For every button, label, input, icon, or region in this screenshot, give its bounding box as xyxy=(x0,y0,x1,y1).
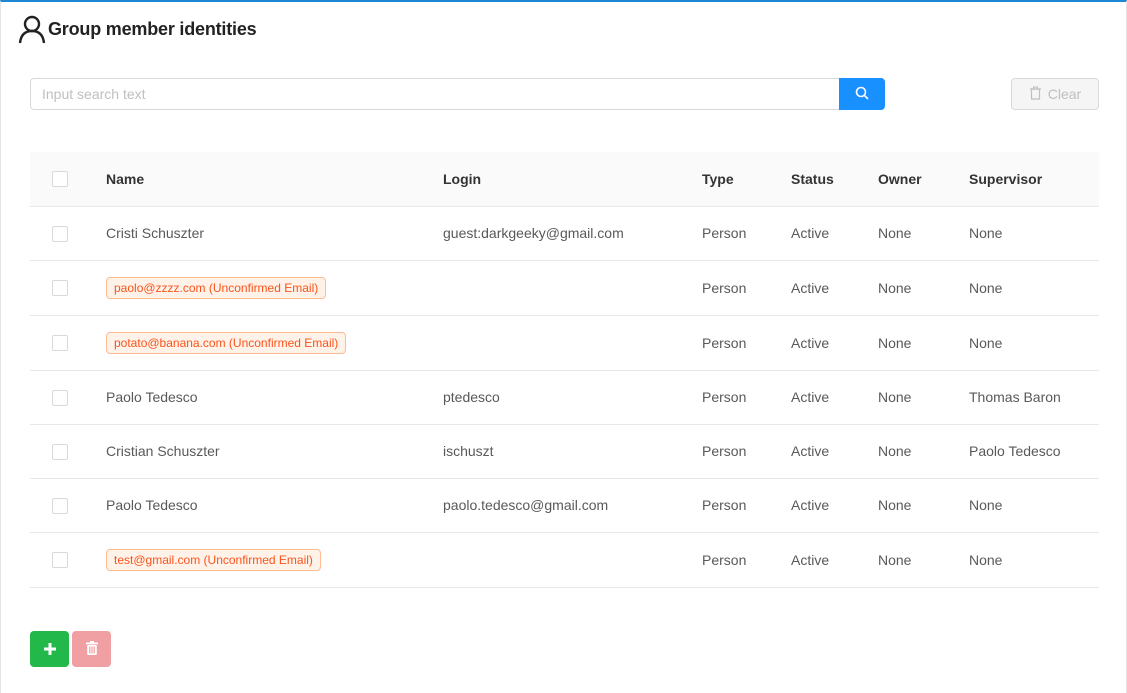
member-type: Person xyxy=(702,443,747,459)
member-name: Paolo Tedesco xyxy=(106,389,198,405)
members-table: Name Login Type Status Owner Supervisor … xyxy=(30,152,1099,588)
table-actions xyxy=(30,631,111,667)
table-row[interactable]: Cristian Schuszter ischuszt Person Active No… xyxy=(30,424,1099,479)
member-status: Active xyxy=(791,551,830,568)
user-icon xyxy=(17,14,47,44)
table-row[interactable]: paolo@zzzz.com (Unconfirmed Email) Person… xyxy=(30,260,1099,316)
column-header-status[interactable]: Status xyxy=(791,152,878,207)
member-owner: None xyxy=(878,279,912,296)
table-row[interactable]: Paolo Tedesco ptedesco Person Active None Tho… xyxy=(30,370,1099,425)
member-login: paolo.tedesco@gmail.com xyxy=(443,497,609,513)
member-name: Cristi Schuszter xyxy=(106,225,205,241)
unconfirmed-email-tag: potato@banana.com (Unconfirmed Email) xyxy=(106,331,347,354)
row-checkbox[interactable] xyxy=(52,443,68,460)
page-title: Group member identities xyxy=(48,18,257,39)
member-login: guest:darkgeeky@gmail.com xyxy=(443,225,624,241)
member-name: Paolo Tedesco xyxy=(106,497,198,513)
member-status: Active xyxy=(791,443,830,459)
plus-icon xyxy=(43,640,56,659)
row-checkbox[interactable] xyxy=(52,389,68,406)
member-owner: None xyxy=(878,551,912,568)
table-row[interactable]: test@gmail.com (Unconfirmed Email) Person… xyxy=(30,532,1099,588)
member-login: ischuszt xyxy=(443,443,494,459)
column-header-type[interactable]: Type xyxy=(702,152,791,207)
clear-label: Clear xyxy=(1047,86,1082,102)
unconfirmed-email-tag: test@gmail.com (Unconfirmed Email) xyxy=(106,548,321,571)
member-type: Person xyxy=(702,334,747,351)
member-status: Active xyxy=(791,225,830,241)
member-owner: None xyxy=(878,497,912,513)
table-row[interactable]: Cristi Schuszter guest:darkgeeky@gmail.co… xyxy=(30,206,1099,261)
clear-button[interactable]: Clear xyxy=(1011,78,1099,110)
row-checkbox[interactable] xyxy=(52,552,68,569)
member-type: Person xyxy=(702,497,747,513)
member-owner: None xyxy=(878,225,912,241)
row-checkbox[interactable] xyxy=(52,335,68,352)
table-header-row: Name Login Type Status Owner Supervisor xyxy=(30,152,1099,207)
member-supervisor: None xyxy=(969,279,1003,296)
member-type: Person xyxy=(702,551,747,568)
member-owner: None xyxy=(878,334,912,351)
member-type: Person xyxy=(702,225,747,241)
row-checkbox[interactable] xyxy=(52,497,68,514)
trash-icon xyxy=(1029,85,1042,103)
member-name: Cristian Schuszter xyxy=(106,443,220,459)
row-checkbox[interactable] xyxy=(52,280,68,297)
member-supervisor: None xyxy=(969,334,1003,351)
member-type: Person xyxy=(702,389,747,405)
search-button[interactable] xyxy=(839,78,885,110)
row-checkbox[interactable] xyxy=(52,225,68,242)
member-supervisor: None xyxy=(969,551,1003,568)
member-status: Active xyxy=(791,389,830,405)
table-row[interactable]: Paolo Tedesco paolo.tedesco@gmail.com Pers… xyxy=(30,478,1099,533)
column-header-owner[interactable]: Owner xyxy=(878,152,969,207)
member-supervisor: Paolo Tedesco xyxy=(969,443,1061,459)
member-owner: None xyxy=(878,443,912,459)
member-owner: None xyxy=(878,389,912,405)
search-bar xyxy=(30,78,885,110)
page-header: Group member identities xyxy=(17,14,257,44)
member-status: Active xyxy=(791,279,830,296)
unconfirmed-email-tag: paolo@zzzz.com (Unconfirmed Email) xyxy=(106,276,327,299)
member-status: Active xyxy=(791,497,830,513)
search-icon xyxy=(855,85,869,104)
add-member-button[interactable] xyxy=(30,631,69,667)
column-header-login[interactable]: Login xyxy=(443,152,702,207)
search-input[interactable] xyxy=(30,78,839,110)
member-supervisor: None xyxy=(969,225,1003,241)
member-type: Person xyxy=(702,279,747,296)
column-header-supervisor[interactable]: Supervisor xyxy=(969,152,1099,207)
delete-member-button[interactable] xyxy=(72,631,111,667)
member-supervisor: Thomas Baron xyxy=(969,389,1061,405)
trash-icon xyxy=(85,640,98,659)
member-login: ptedesco xyxy=(443,389,500,405)
select-all-checkbox[interactable] xyxy=(52,171,68,188)
member-status: Active xyxy=(791,334,830,351)
table-row[interactable]: potato@banana.com (Unconfirmed Email) Per… xyxy=(30,315,1099,371)
group-members-panel: Group member identities Clear Name Login… xyxy=(0,0,1127,693)
member-supervisor: None xyxy=(969,497,1003,513)
column-header-name[interactable]: Name xyxy=(106,152,443,207)
